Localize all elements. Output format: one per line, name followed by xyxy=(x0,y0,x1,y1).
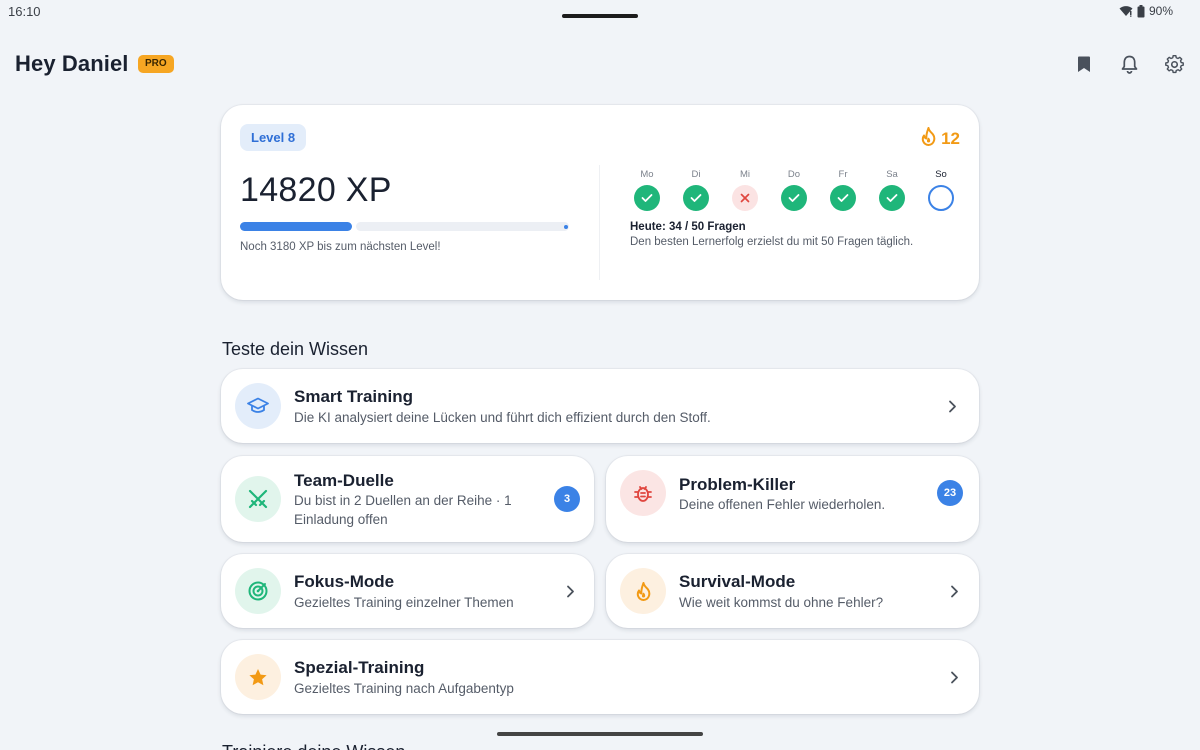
xp-progress-bar xyxy=(240,222,569,231)
weekday-label: So xyxy=(935,169,947,180)
smart-training-card[interactable]: Smart Training Die KI analysiert deine L… xyxy=(221,369,979,443)
pro-badge: PRO xyxy=(138,55,174,73)
tile-subtitle: Die KI analysiert deine Lücken und führt… xyxy=(294,410,711,425)
weekday-so: So xyxy=(928,169,954,211)
gesture-navigation-bar[interactable] xyxy=(497,732,703,736)
weekly-streak: Mo Di Mi Do Fr Sa So xyxy=(634,169,954,211)
battery-icon xyxy=(1137,4,1145,18)
weekday-mo: Mo xyxy=(634,169,660,211)
status-bar: 16:10 90% xyxy=(0,0,1200,26)
check-icon xyxy=(830,185,856,211)
duel-count-badge: 3 xyxy=(554,486,580,512)
flame-icon xyxy=(620,568,666,614)
today-ring-icon xyxy=(928,185,954,211)
crossed-swords-icon xyxy=(235,476,281,522)
streak-counter: 12 xyxy=(921,127,960,151)
tile-title: Survival-Mode xyxy=(679,572,796,591)
tile-subtitle: Deine offenen Fehler wiederholen. xyxy=(679,497,886,512)
weekday-mi: Mi xyxy=(732,169,758,211)
tile-title: Team-Duelle xyxy=(294,471,394,490)
graduation-cap-icon xyxy=(235,383,281,429)
tile-subtitle: Gezieltes Training nach Aufgabentyp xyxy=(294,681,514,696)
weekday-label: Mi xyxy=(739,169,751,180)
next-section-title: Trainiere deine Wissen xyxy=(222,742,405,750)
camera-notch xyxy=(562,14,638,18)
star-icon xyxy=(235,654,281,700)
check-icon xyxy=(879,185,905,211)
chevron-right-icon xyxy=(947,584,961,598)
status-time: 16:10 xyxy=(8,4,41,19)
flame-icon xyxy=(921,127,936,151)
tile-title: Smart Training xyxy=(294,387,414,406)
today-progress-title: Heute: 34 / 50 Fragen xyxy=(630,221,746,233)
tile-subtitle: Du bist in 2 Duellen an der Reihe · 1 Ei… xyxy=(294,493,512,527)
error-count-badge: 23 xyxy=(937,480,963,506)
weekday-fr: Fr xyxy=(830,169,856,211)
tile-title: Problem-Killer xyxy=(679,475,796,494)
survival-mode-card[interactable]: Survival-Mode Wie weit kommst du ohne Fe… xyxy=(606,554,979,628)
section-title: Teste dein Wissen xyxy=(222,339,369,359)
xp-progress-end-dot xyxy=(564,225,568,229)
weekday-label: Mo xyxy=(640,169,654,180)
tile-subtitle: Wie weit kommst du ohne Fehler? xyxy=(679,595,884,610)
spezial-training-card[interactable]: Spezial-Training Gezieltes Training nach… xyxy=(221,640,979,714)
status-indicators: 90% xyxy=(1119,4,1173,18)
xp-progress-fill xyxy=(240,222,352,231)
streak-count: 12 xyxy=(941,129,960,148)
weekday-label: Di xyxy=(691,169,701,180)
battery-level: 90% xyxy=(1148,4,1173,18)
team-duelle-card[interactable]: Team-Duelle Du bist in 2 Duellen an der … xyxy=(221,456,594,542)
level-card[interactable]: Level 8 12 14820 XP Noch 3180 XP bis zum… xyxy=(221,105,979,300)
today-progress-hint: Den besten Lernerfolg erzielst du mit 50… xyxy=(630,236,914,248)
tile-title: Spezial-Training xyxy=(294,658,425,677)
weekday-do: Do xyxy=(781,169,807,211)
weekday-sa: Sa xyxy=(879,169,905,211)
weekday-label: Sa xyxy=(886,169,898,180)
cross-icon xyxy=(732,185,758,211)
weekday-label: Fr xyxy=(838,169,848,180)
fokus-mode-card[interactable]: Fokus-Mode Gezieltes Training einzelner … xyxy=(221,554,594,628)
check-icon xyxy=(781,185,807,211)
problem-killer-card[interactable]: Problem-Killer Deine offenen Fehler wied… xyxy=(606,456,979,542)
card-divider xyxy=(599,165,600,280)
tile-title: Fokus-Mode xyxy=(294,572,395,591)
gear-icon[interactable] xyxy=(1163,53,1185,75)
chevron-right-icon xyxy=(563,584,577,598)
weekday-label: Do xyxy=(787,169,801,180)
wifi-icon xyxy=(1119,5,1133,17)
target-icon xyxy=(235,568,281,614)
xp-total: 14820 XP xyxy=(240,171,392,209)
tile-subtitle: Gezieltes Training einzelner Themen xyxy=(294,595,514,610)
check-icon xyxy=(634,185,660,211)
xp-remaining-note: Noch 3180 XP bis zum nächsten Level! xyxy=(240,241,441,253)
bell-icon[interactable] xyxy=(1118,53,1140,75)
weekday-di: Di xyxy=(683,169,709,211)
check-icon xyxy=(683,185,709,211)
level-chip: Level 8 xyxy=(240,124,307,151)
chevron-right-icon xyxy=(945,399,959,413)
chevron-right-icon xyxy=(947,670,961,684)
bookmark-icon[interactable] xyxy=(1073,53,1095,75)
bug-icon xyxy=(620,470,666,516)
greeting-title: Hey Daniel xyxy=(15,51,129,76)
xp-progress-track xyxy=(356,222,569,231)
